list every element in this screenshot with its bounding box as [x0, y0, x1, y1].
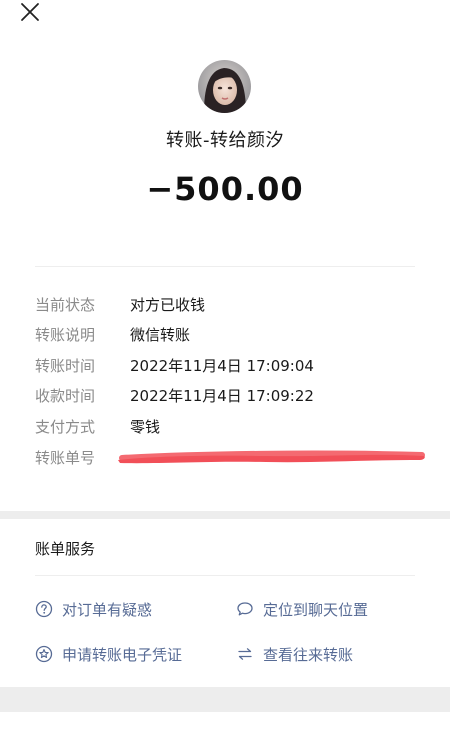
- swap-arrows-icon: [238, 648, 252, 660]
- order-question-link[interactable]: 对订单有疑惑: [35, 598, 152, 620]
- detail-label: 支付方式: [35, 418, 96, 436]
- star-badge-icon: [35, 645, 53, 663]
- view-transfers-link[interactable]: 查看往来转账: [236, 643, 353, 665]
- detail-row-transfer-time: 转账时间 2022年11月4日 17:09:04: [35, 355, 314, 377]
- locate-chat-link[interactable]: 定位到聊天位置: [236, 598, 368, 620]
- section-separator: [0, 687, 450, 712]
- transfer-amount: −500.00: [146, 170, 304, 208]
- detail-label: 转账时间: [35, 357, 96, 375]
- detail-value: 2022年11月4日 17:09:04: [130, 357, 314, 375]
- divider: [35, 575, 415, 576]
- chat-bubble-icon: [237, 602, 253, 616]
- bottom-panel: [0, 712, 450, 730]
- close-button[interactable]: [18, 0, 42, 24]
- locate-chat-label: 定位到聊天位置: [263, 600, 369, 619]
- detail-label: 转账说明: [35, 326, 96, 344]
- detail-row-receive-time: 收款时间 2022年11月4日 17:09:22: [35, 385, 314, 407]
- detail-value: 对方已收钱: [130, 296, 206, 314]
- order-question-label: 对订单有疑惑: [62, 600, 153, 619]
- close-icon: [21, 3, 39, 21]
- view-transfers-label: 查看往来转账: [263, 645, 354, 664]
- detail-value: 微信转账: [130, 326, 191, 344]
- detail-value: 2022年11月4日 17:09:22: [130, 387, 314, 405]
- detail-row-status: 当前状态 对方已收钱: [35, 294, 205, 316]
- avatar[interactable]: [198, 60, 251, 113]
- apply-voucher-link[interactable]: 申请转账电子凭证: [35, 643, 182, 665]
- transfer-title: 转账-转给颜汐: [166, 130, 284, 151]
- detail-value: 零钱: [130, 418, 161, 436]
- detail-label: 当前状态: [35, 296, 96, 314]
- avatar-image: [198, 60, 251, 113]
- section-separator: [0, 511, 450, 519]
- question-circle-icon: [35, 600, 53, 618]
- bill-services-title: 账单服务: [35, 540, 96, 558]
- detail-label: 收款时间: [35, 387, 96, 405]
- detail-row-payment-method: 支付方式 零钱: [35, 416, 160, 438]
- redaction-mark: [116, 447, 428, 469]
- detail-row-note: 转账说明 微信转账: [35, 324, 190, 346]
- divider: [35, 266, 415, 267]
- apply-voucher-label: 申请转账电子凭证: [62, 645, 183, 664]
